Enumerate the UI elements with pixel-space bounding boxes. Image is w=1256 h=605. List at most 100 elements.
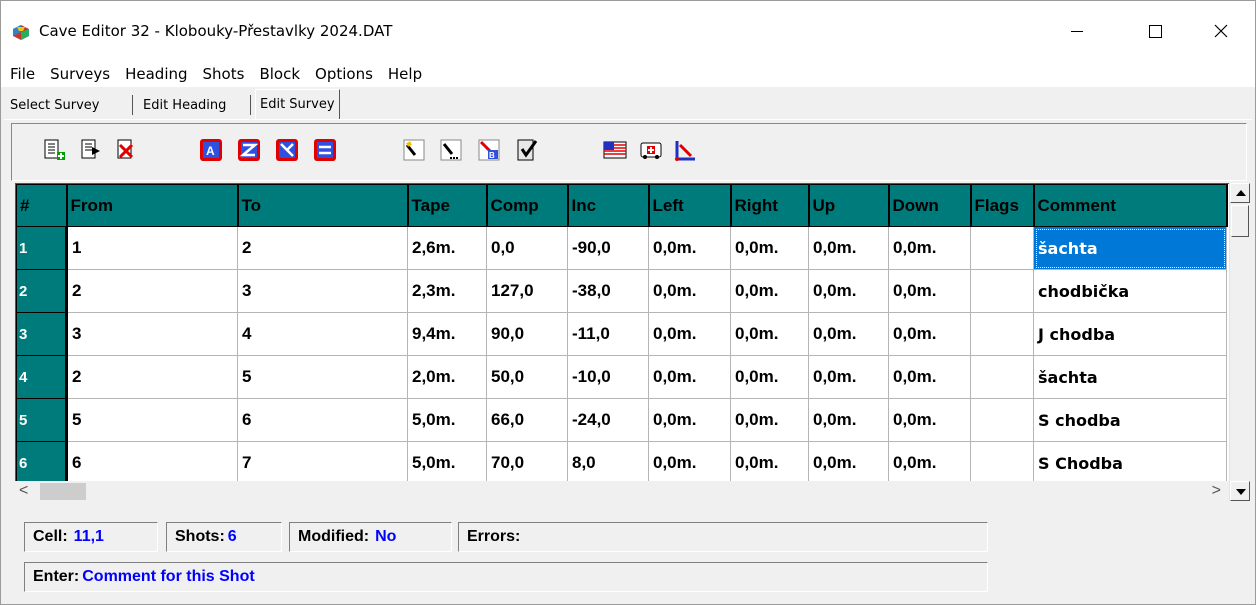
cell-inc[interactable]: -24,0 <box>567 398 649 442</box>
compass-reverse-button[interactable] <box>232 132 266 168</box>
cell-right[interactable]: 0,0m. <box>730 398 809 442</box>
cell-comp[interactable]: 0,0 <box>486 226 568 270</box>
cell-down[interactable]: 0,0m. <box>888 398 971 442</box>
cell-comment[interactable]: chodbička <box>1033 269 1227 313</box>
cell-flags[interactable] <box>970 269 1034 313</box>
header-cell[interactable]: Up <box>808 184 890 227</box>
table-row[interactable]: 6 6 7 5,0m. 70,0 8,0 0,0m. 0,0m. 0,0m. 0,0m. S Cho… <box>16 441 1227 481</box>
cell-to[interactable]: 7 <box>237 441 408 481</box>
cell-comp[interactable]: 66,0 <box>486 398 568 442</box>
cell-up[interactable]: 0,0m. <box>808 355 889 399</box>
reverse-shots-button[interactable]: A <box>194 132 228 168</box>
cell-comp[interactable]: 90,0 <box>486 312 568 356</box>
cell-right[interactable]: 0,0m. <box>730 269 809 313</box>
cell-down[interactable]: 0,0m. <box>888 312 971 356</box>
scroll-thumb[interactable] <box>40 483 86 500</box>
cell-left[interactable]: 0,0m. <box>648 398 731 442</box>
calculator-button[interactable] <box>634 132 668 168</box>
cell-to[interactable]: 4 <box>237 312 408 356</box>
cell-up[interactable]: 0,0m. <box>808 312 889 356</box>
row-number[interactable]: 3 <box>16 312 68 356</box>
menu-shots[interactable]: Shots <box>202 65 246 83</box>
header-cell[interactable]: # <box>16 184 68 227</box>
header-cell[interactable]: From <box>66 184 239 227</box>
row-number[interactable]: 5 <box>16 398 68 442</box>
cell-down[interactable]: 0,0m. <box>888 355 971 399</box>
menu-heading[interactable]: Heading <box>124 65 188 83</box>
survey-grid[interactable]: # From To Tape Comp Inc Left Right Up Do… <box>15 183 1229 481</box>
cell-flags[interactable] <box>970 355 1034 399</box>
cell-up[interactable]: 0,0m. <box>808 441 889 481</box>
header-cell[interactable]: Down <box>888 184 972 227</box>
cell-up[interactable]: 0,0m. <box>808 398 889 442</box>
cell-to[interactable]: 6 <box>237 398 408 442</box>
cell-comment[interactable]: šachta <box>1033 355 1227 399</box>
table-row[interactable]: 5 5 6 5,0m. 66,0 -24,0 0,0m. 0,0m. 0,0m. 0,0m. S c… <box>16 398 1227 442</box>
fill-down-button[interactable] <box>434 132 468 168</box>
tab-edit-survey[interactable]: Edit Survey <box>255 89 340 119</box>
cell-down[interactable]: 0,0m. <box>888 441 971 481</box>
cell-to[interactable]: 3 <box>237 269 408 313</box>
cell-tape[interactable]: 5,0m. <box>407 441 487 481</box>
cell-inc[interactable]: -38,0 <box>567 269 649 313</box>
row-number[interactable]: 2 <box>16 269 68 313</box>
cell-left[interactable]: 0,0m. <box>648 312 731 356</box>
check-button[interactable] <box>510 132 544 168</box>
header-cell[interactable]: Inc <box>567 184 650 227</box>
highlight-button[interactable] <box>397 132 431 168</box>
cell-tape[interactable]: 2,0m. <box>407 355 487 399</box>
cell-down[interactable]: 0,0m. <box>888 226 971 270</box>
menu-block[interactable]: Block <box>258 65 301 83</box>
scroll-thumb[interactable] <box>1231 205 1249 237</box>
scroll-left-icon[interactable]: < <box>19 482 28 500</box>
row-number[interactable]: 6 <box>16 441 68 481</box>
header-cell[interactable]: Right <box>730 184 810 227</box>
cell-flags[interactable] <box>970 398 1034 442</box>
cell-up[interactable]: 0,0m. <box>808 226 889 270</box>
cell-to[interactable]: 2 <box>237 226 408 270</box>
close-button[interactable] <box>1191 1 1251 61</box>
table-row[interactable]: 2 2 3 2,3m. 127,0 -38,0 0,0m. 0,0m. 0,0m. 0,0m. ch… <box>16 269 1227 313</box>
cell-tape[interactable]: 9,4m. <box>407 312 487 356</box>
cell-left[interactable]: 0,0m. <box>648 269 731 313</box>
cell-comp[interactable]: 127,0 <box>486 269 568 313</box>
row-number[interactable]: 4 <box>16 355 68 399</box>
minimize-button[interactable] <box>1047 1 1107 61</box>
row-number[interactable]: 1 <box>16 226 68 270</box>
cell-left[interactable]: 0,0m. <box>648 226 731 270</box>
cell-flags[interactable] <box>970 226 1034 270</box>
cell-comp[interactable]: 70,0 <box>486 441 568 481</box>
cell-inc[interactable]: -10,0 <box>567 355 649 399</box>
menu-surveys[interactable]: Surveys <box>49 65 111 83</box>
cell-right[interactable]: 0,0m. <box>730 441 809 481</box>
cell-comment[interactable]: šachta <box>1033 226 1227 270</box>
cell-comment[interactable]: S Chodba <box>1033 441 1227 481</box>
horizontal-scrollbar[interactable]: < > <box>15 481 1229 501</box>
cell-from[interactable]: 3 <box>66 312 238 356</box>
table-row[interactable]: 4 2 5 2,0m. 50,0 -10,0 0,0m. 0,0m. 0,0m. 0,0m. šac… <box>16 355 1227 399</box>
cell-from[interactable]: 2 <box>66 355 238 399</box>
cell-from[interactable]: 1 <box>66 226 238 270</box>
vertical-scrollbar[interactable] <box>1229 183 1250 501</box>
scroll-down-button[interactable] <box>1230 481 1250 501</box>
cell-comment[interactable]: J chodba <box>1033 312 1227 356</box>
cell-inc[interactable]: -90,0 <box>567 226 649 270</box>
inclination-reverse-button[interactable] <box>270 132 304 168</box>
header-cell[interactable]: Flags <box>970 184 1035 227</box>
scroll-right-icon[interactable]: > <box>1212 482 1221 500</box>
cell-flags[interactable] <box>970 312 1034 356</box>
cell-comment[interactable]: S chodba <box>1033 398 1227 442</box>
insert-shot-button[interactable] <box>37 132 71 168</box>
tab-select-survey[interactable]: Select Survey <box>6 93 103 118</box>
scroll-up-button[interactable] <box>1230 183 1250 203</box>
menu-file[interactable]: File <box>9 65 36 83</box>
table-row[interactable]: 3 3 4 9,4m. 90,0 -11,0 0,0m. 0,0m. 0,0m. 0,0m. J c… <box>16 312 1227 356</box>
cell-right[interactable]: 0,0m. <box>730 226 809 270</box>
cell-comp[interactable]: 50,0 <box>486 355 568 399</box>
cell-inc[interactable]: 8,0 <box>567 441 649 481</box>
tab-edit-heading[interactable]: Edit Heading <box>139 93 230 118</box>
axes-button[interactable] <box>668 132 702 168</box>
cell-right[interactable]: 0,0m. <box>730 312 809 356</box>
text-replace-button[interactable]: B <box>472 132 506 168</box>
cell-left[interactable]: 0,0m. <box>648 355 731 399</box>
